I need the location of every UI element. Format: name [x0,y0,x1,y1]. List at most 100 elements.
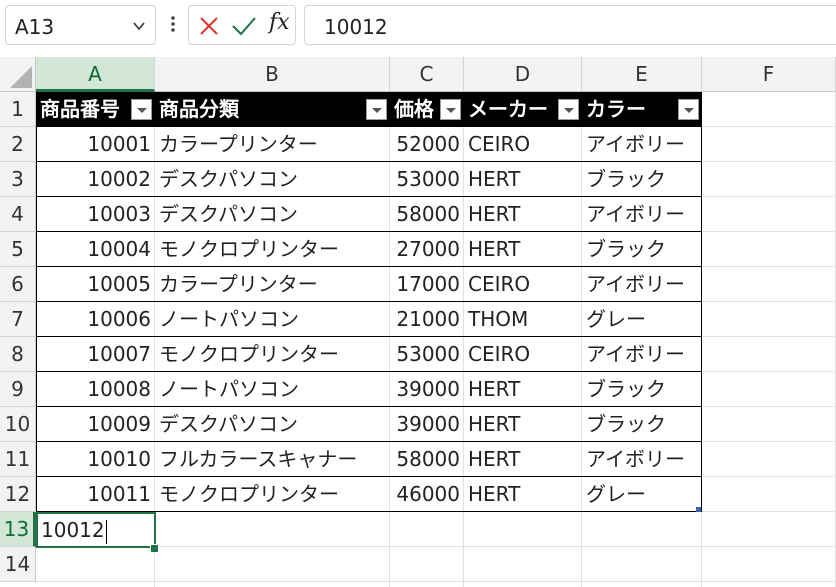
table-cell[interactable]: 53000 [390,337,464,372]
table-cell[interactable]: 17000 [390,267,464,302]
row-header-7[interactable]: 7 [0,302,36,337]
table-header-cell[interactable]: メーカー [464,92,582,127]
table-cell[interactable]: 21000 [390,302,464,337]
table-row-border [36,371,702,372]
table-cell[interactable]: 27000 [390,232,464,267]
row-header-2[interactable]: 2 [0,127,36,162]
table-cell[interactable]: 10001 [36,127,155,162]
row-header-12[interactable]: 12 [0,477,36,512]
table-cell[interactable]: カラープリンター [155,127,390,162]
row-header-3[interactable]: 3 [0,162,36,197]
table-cell[interactable]: デスクパソコン [155,162,390,197]
table-cell[interactable]: 10002 [36,162,155,197]
row-header-6[interactable]: 6 [0,267,36,302]
filter-dropdown-icon[interactable] [366,99,387,120]
fill-handle[interactable] [150,544,159,553]
table-header-cell[interactable]: カラー [582,92,702,127]
column-header-f[interactable]: F [702,57,836,92]
table-cell[interactable]: 10003 [36,197,155,232]
table-cell[interactable]: モノクロプリンター [155,337,390,372]
table-cell[interactable]: グレー [582,477,702,512]
table-cell[interactable]: CEIRO [464,337,582,372]
row-header-4[interactable]: 4 [0,197,36,232]
chevron-down-icon[interactable] [132,18,146,37]
vertical-dots-icon[interactable] [165,12,181,36]
row-header-13[interactable]: 13 [0,512,36,547]
filter-dropdown-icon[interactable] [558,99,579,120]
table-cell[interactable]: CEIRO [464,127,582,162]
table-cell[interactable]: モノクロプリンター [155,477,390,512]
table-cell[interactable]: ブラック [582,407,702,442]
table-cell[interactable]: 10004 [36,232,155,267]
table-resize-handle[interactable] [696,507,701,512]
cancel-x-icon[interactable] [198,15,220,41]
enter-check-icon[interactable] [231,15,257,41]
table-cell[interactable]: 10007 [36,337,155,372]
table-cell[interactable]: アイボリー [582,267,702,302]
table-cell[interactable]: ブラック [582,372,702,407]
table-cell[interactable]: THOM [464,302,582,337]
table-cell[interactable]: 52000 [390,127,464,162]
filter-dropdown-icon[interactable] [440,99,461,120]
table-cell[interactable]: アイボリー [582,197,702,232]
table-cell[interactable]: 10005 [36,267,155,302]
filter-dropdown-icon[interactable] [131,99,152,120]
filter-dropdown-icon[interactable] [678,99,699,120]
table-cell[interactable]: HERT [464,407,582,442]
table-header-cell[interactable]: 価格 [390,92,464,127]
table-cell[interactable]: 10008 [36,372,155,407]
fx-icon[interactable]: fx [269,10,290,35]
spreadsheet-grid: ABCDEF 1 2 3 4 5 6 7 8 9 10 11 12 13 14 商品番号 商品分類 価格 メーカ… [0,57,836,587]
table-cell[interactable]: HERT [464,477,582,512]
table-cell[interactable]: HERT [464,442,582,477]
table-cell[interactable]: 46000 [390,477,464,512]
table-cell[interactable]: 10006 [36,302,155,337]
column-header-b[interactable]: B [155,57,390,92]
table-cell[interactable]: HERT [464,197,582,232]
formula-input[interactable]: 10012 [304,5,836,45]
name-box[interactable]: A13 [5,5,156,45]
table-header-cell[interactable]: 商品分類 [155,92,390,127]
table-cell[interactable]: アイボリー [582,337,702,372]
row-header-11[interactable]: 11 [0,442,36,477]
table-cell[interactable]: カラープリンター [155,267,390,302]
table-header-cell[interactable]: 商品番号 [36,92,155,127]
row-header-10[interactable]: 10 [0,407,36,442]
row-header-14[interactable]: 14 [0,547,36,582]
table-cell[interactable]: 10009 [36,407,155,442]
table-cell[interactable]: モノクロプリンター [155,232,390,267]
table-cell[interactable]: 39000 [390,372,464,407]
table-cell[interactable]: 39000 [390,407,464,442]
table-cell[interactable]: HERT [464,372,582,407]
table-cell[interactable]: ノートパソコン [155,372,390,407]
table-cell[interactable]: デスクパソコン [155,407,390,442]
table-cell[interactable]: HERT [464,162,582,197]
table-cell[interactable]: 10011 [36,477,155,512]
table-cell[interactable]: ノートパソコン [155,302,390,337]
table-cell[interactable]: ブラック [582,162,702,197]
table-cell[interactable]: HERT [464,232,582,267]
table-cell[interactable]: ブラック [582,232,702,267]
table-cell[interactable]: 58000 [390,442,464,477]
column-header-a[interactable]: A [36,57,155,92]
table-cell[interactable]: アイボリー [582,442,702,477]
table-cell[interactable]: 10010 [36,442,155,477]
row-header-1[interactable]: 1 [0,92,36,127]
table-cell[interactable]: グレー [582,302,702,337]
table-cell[interactable]: 53000 [390,162,464,197]
row-header-8[interactable]: 8 [0,337,36,372]
row-header-5[interactable]: 5 [0,232,36,267]
table-cell[interactable]: フルカラースキャナー [155,442,390,477]
column-header-d[interactable]: D [464,57,582,92]
formula-value: 10012 [324,15,388,39]
select-all-corner[interactable] [0,57,36,92]
table-row-border [36,266,702,267]
active-cell-a13[interactable]: 10012 [36,512,156,548]
row-header-9[interactable]: 9 [0,372,36,407]
table-cell[interactable]: 58000 [390,197,464,232]
table-cell[interactable]: CEIRO [464,267,582,302]
column-header-e[interactable]: E [582,57,702,92]
table-cell[interactable]: デスクパソコン [155,197,390,232]
column-header-c[interactable]: C [390,57,464,92]
table-cell[interactable]: アイボリー [582,127,702,162]
